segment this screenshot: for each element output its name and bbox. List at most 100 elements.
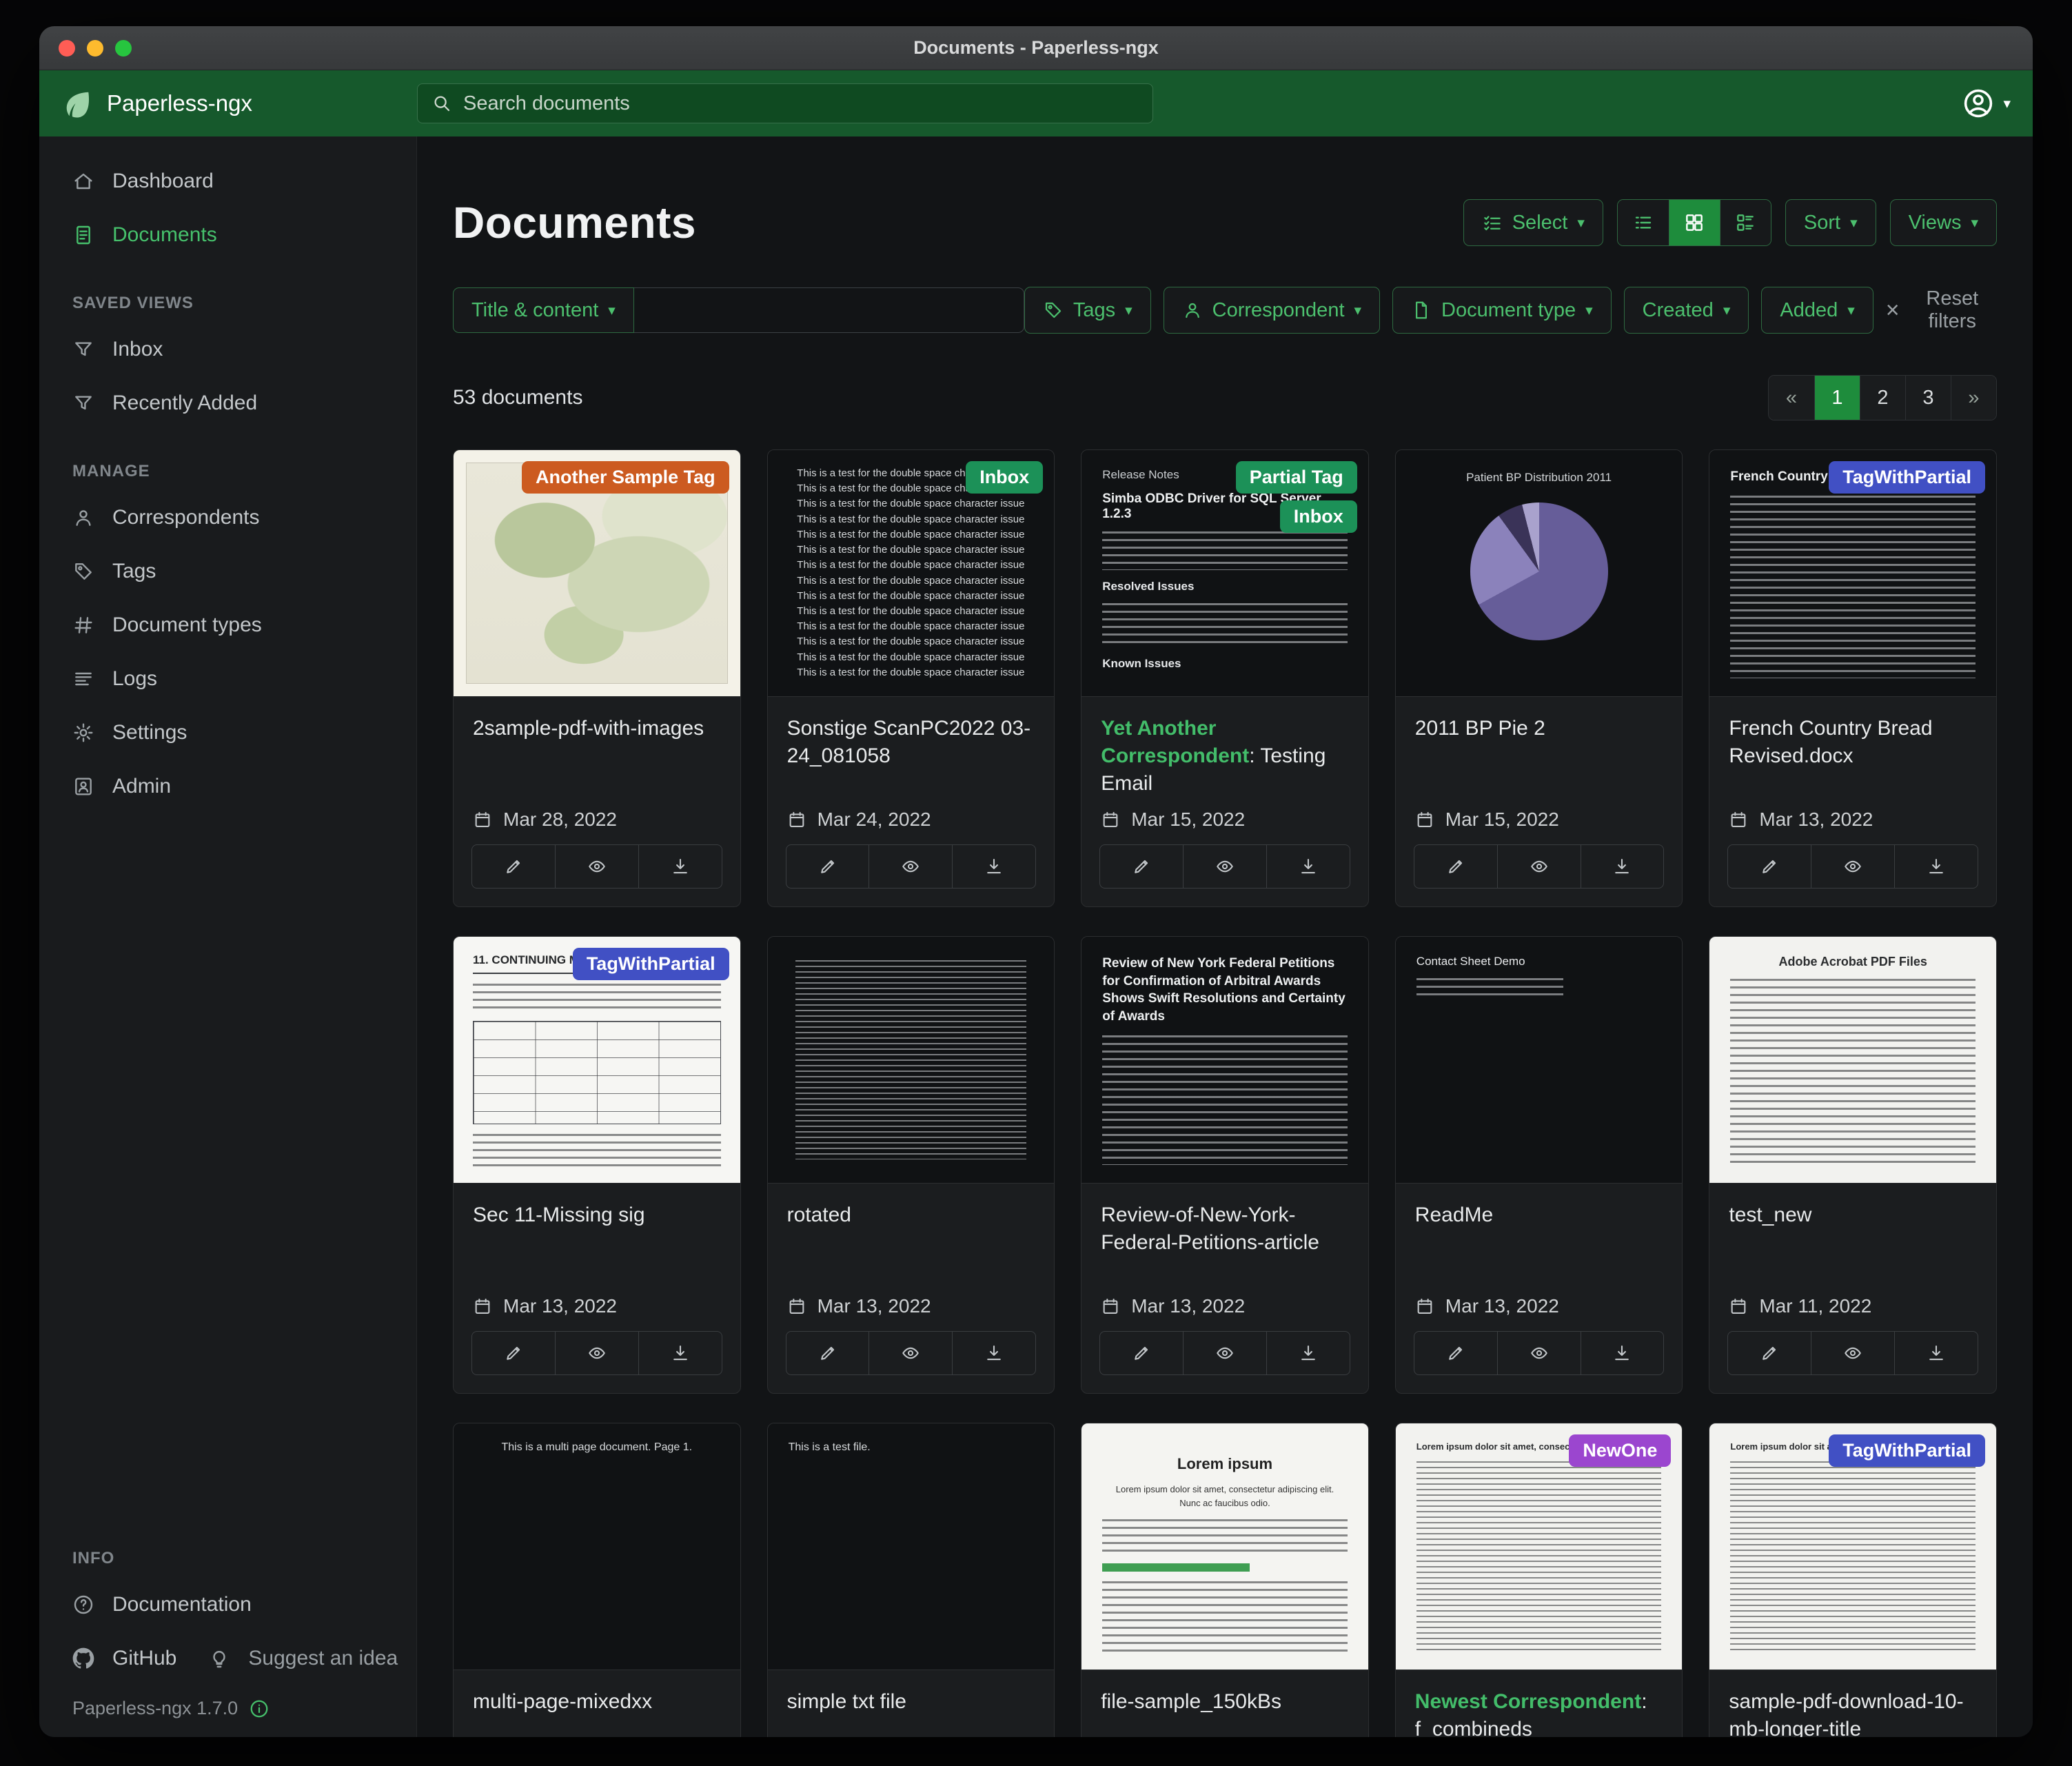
- download-document-button[interactable]: [1894, 1332, 1978, 1374]
- correspondent-filter-button[interactable]: Correspondent ▾: [1164, 287, 1380, 334]
- document-type-filter-button[interactable]: Document type ▾: [1392, 287, 1612, 334]
- reset-filters-button[interactable]: × Reset filters: [1886, 287, 1997, 333]
- sidebar-item-document-types[interactable]: Document types: [39, 598, 416, 652]
- edit-document-button[interactable]: [472, 1332, 555, 1374]
- document-thumbnail[interactable]: This is a test file.: [768, 1423, 1055, 1670]
- sidebar-item-github[interactable]: GitHub: [39, 1632, 190, 1685]
- sidebar-item-dashboard[interactable]: Dashboard: [39, 154, 416, 208]
- document-correspondent-link[interactable]: Yet Another Correspondent: [1101, 717, 1249, 767]
- document-title[interactable]: test_new: [1729, 1201, 1977, 1229]
- download-document-button[interactable]: [1894, 845, 1978, 888]
- document-title[interactable]: 2sample-pdf-with-images: [473, 715, 721, 742]
- download-document-button[interactable]: [1266, 845, 1350, 888]
- edit-document-button[interactable]: [1728, 845, 1811, 888]
- document-title[interactable]: rotated: [787, 1201, 1035, 1229]
- tag-badge[interactable]: Another Sample Tag: [522, 461, 729, 494]
- document-title[interactable]: Review-of-New-York-Federal-Petitions-art…: [1101, 1201, 1349, 1257]
- document-title[interactable]: simple txt file: [787, 1688, 1035, 1716]
- zoom-window-button[interactable]: [115, 40, 132, 57]
- document-title[interactable]: 2011 BP Pie 2: [1415, 715, 1663, 742]
- document-title[interactable]: Newest Correspondent: f_combineds: [1415, 1688, 1663, 1737]
- tag-badge[interactable]: Inbox: [966, 461, 1043, 494]
- document-thumbnail[interactable]: Contact Sheet Demo: [1396, 937, 1683, 1184]
- sidebar-item-documentation[interactable]: Documentation: [39, 1578, 416, 1632]
- sort-button[interactable]: Sort ▾: [1785, 199, 1876, 246]
- edit-document-button[interactable]: [1414, 845, 1497, 888]
- pagination-page-3[interactable]: 3: [1905, 376, 1951, 420]
- minimize-window-button[interactable]: [87, 40, 103, 57]
- document-thumbnail[interactable]: Review of New York Federal Petitions for…: [1081, 937, 1368, 1184]
- sidebar-item-logs[interactable]: Logs: [39, 652, 416, 706]
- view-document-button[interactable]: [1497, 845, 1581, 888]
- select-button[interactable]: Select ▾: [1463, 199, 1603, 246]
- document-thumbnail[interactable]: TagWithPartial Lorem ipsum dolor sit ame…: [1709, 1423, 1996, 1670]
- view-document-button[interactable]: [869, 845, 952, 888]
- document-thumbnail[interactable]: Patient BP Distribution 2011: [1396, 450, 1683, 697]
- sidebar-item-recently-added[interactable]: Recently Added: [39, 376, 416, 430]
- document-title[interactable]: sample-pdf-download-10-mb-longer-title: [1729, 1688, 1977, 1737]
- document-thumbnail[interactable]: TagWithPartial French Country Bread: [1709, 450, 1996, 697]
- tag-badge[interactable]: TagWithPartial: [1829, 1434, 1985, 1467]
- edit-document-button[interactable]: [1100, 1332, 1183, 1374]
- sidebar-item-settings[interactable]: Settings: [39, 706, 416, 760]
- pagination-page-2[interactable]: 2: [1860, 376, 1905, 420]
- document-title[interactable]: file-sample_150kBs: [1101, 1688, 1349, 1716]
- sidebar-item-admin[interactable]: Admin: [39, 760, 416, 813]
- document-thumbnail[interactable]: NewOne Lorem ipsum dolor sit amet, conse…: [1396, 1423, 1683, 1670]
- tag-badge[interactable]: TagWithPartial: [573, 948, 729, 980]
- info-circle-icon[interactable]: [249, 1698, 270, 1719]
- added-filter-button[interactable]: Added ▾: [1761, 287, 1873, 334]
- view-grid-button[interactable]: [1669, 200, 1720, 245]
- brand[interactable]: Paperless-ngx: [61, 88, 417, 119]
- tag-badge[interactable]: NewOne: [1569, 1434, 1671, 1467]
- view-document-button[interactable]: [555, 1332, 638, 1374]
- document-title[interactable]: ReadMe: [1415, 1201, 1663, 1229]
- document-title[interactable]: French Country Bread Revised.docx: [1729, 715, 1977, 770]
- view-document-button[interactable]: [869, 1332, 952, 1374]
- sidebar-item-inbox[interactable]: Inbox: [39, 323, 416, 376]
- document-thumbnail[interactable]: Inbox This is a test for the double spac…: [768, 450, 1055, 697]
- edit-document-button[interactable]: [472, 845, 555, 888]
- pagination-prev-button[interactable]: «: [1769, 376, 1814, 420]
- pagination-next-button[interactable]: »: [1951, 376, 1996, 420]
- document-thumbnail[interactable]: This is a multi page document. Page 1.: [454, 1423, 740, 1670]
- sidebar-item-suggest-idea[interactable]: Suggest an idea: [190, 1632, 412, 1685]
- created-filter-button[interactable]: Created ▾: [1624, 287, 1749, 334]
- view-document-button[interactable]: [1811, 845, 1894, 888]
- view-document-button[interactable]: [555, 845, 638, 888]
- tag-badge[interactable]: Inbox: [1280, 500, 1357, 533]
- document-thumbnail[interactable]: Partial TagInbox Release NotesSimba ODBC…: [1081, 450, 1368, 697]
- views-button[interactable]: Views ▾: [1890, 199, 1997, 246]
- download-document-button[interactable]: [952, 845, 1035, 888]
- user-menu[interactable]: ▾: [1962, 87, 2011, 120]
- document-title[interactable]: Yet Another Correspondent: Testing Email: [1101, 715, 1349, 798]
- document-thumbnail[interactable]: Another Sample Tag: [454, 450, 740, 697]
- download-document-button[interactable]: [638, 1332, 722, 1374]
- download-document-button[interactable]: [1581, 1332, 1664, 1374]
- sidebar-item-correspondents[interactable]: Correspondents: [39, 491, 416, 545]
- edit-document-button[interactable]: [786, 1332, 869, 1374]
- download-document-button[interactable]: [1266, 1332, 1350, 1374]
- tag-badge[interactable]: Partial Tag: [1236, 461, 1357, 494]
- tags-filter-button[interactable]: Tags ▾: [1024, 287, 1151, 334]
- document-thumbnail[interactable]: [768, 937, 1055, 1184]
- download-document-button[interactable]: [638, 845, 722, 888]
- download-document-button[interactable]: [952, 1332, 1035, 1374]
- document-correspondent-link[interactable]: Newest Correspondent: [1415, 1690, 1641, 1713]
- document-thumbnail[interactable]: Lorem ipsumLorem ipsum dolor sit amet, c…: [1081, 1423, 1368, 1670]
- edit-document-button[interactable]: [786, 845, 869, 888]
- sidebar-item-documents[interactable]: Documents: [39, 208, 416, 262]
- document-title[interactable]: multi-page-mixedxx: [473, 1688, 721, 1716]
- download-document-button[interactable]: [1581, 845, 1664, 888]
- tag-badge[interactable]: TagWithPartial: [1829, 461, 1985, 494]
- document-thumbnail[interactable]: Adobe Acrobat PDF Files: [1709, 937, 1996, 1184]
- document-thumbnail[interactable]: TagWithPartial 11. CONTINUING MEDICAL ED…: [454, 937, 740, 1184]
- view-document-button[interactable]: [1183, 1332, 1266, 1374]
- edit-document-button[interactable]: [1728, 1332, 1811, 1374]
- view-detail-button[interactable]: [1720, 200, 1771, 245]
- title-content-filter-input[interactable]: [634, 287, 1024, 333]
- document-title[interactable]: Sec 11-Missing sig: [473, 1201, 721, 1229]
- sidebar-item-tags[interactable]: Tags: [39, 545, 416, 598]
- title-content-filter-button[interactable]: Title & content ▾: [453, 287, 634, 333]
- search-input[interactable]: [463, 92, 1139, 115]
